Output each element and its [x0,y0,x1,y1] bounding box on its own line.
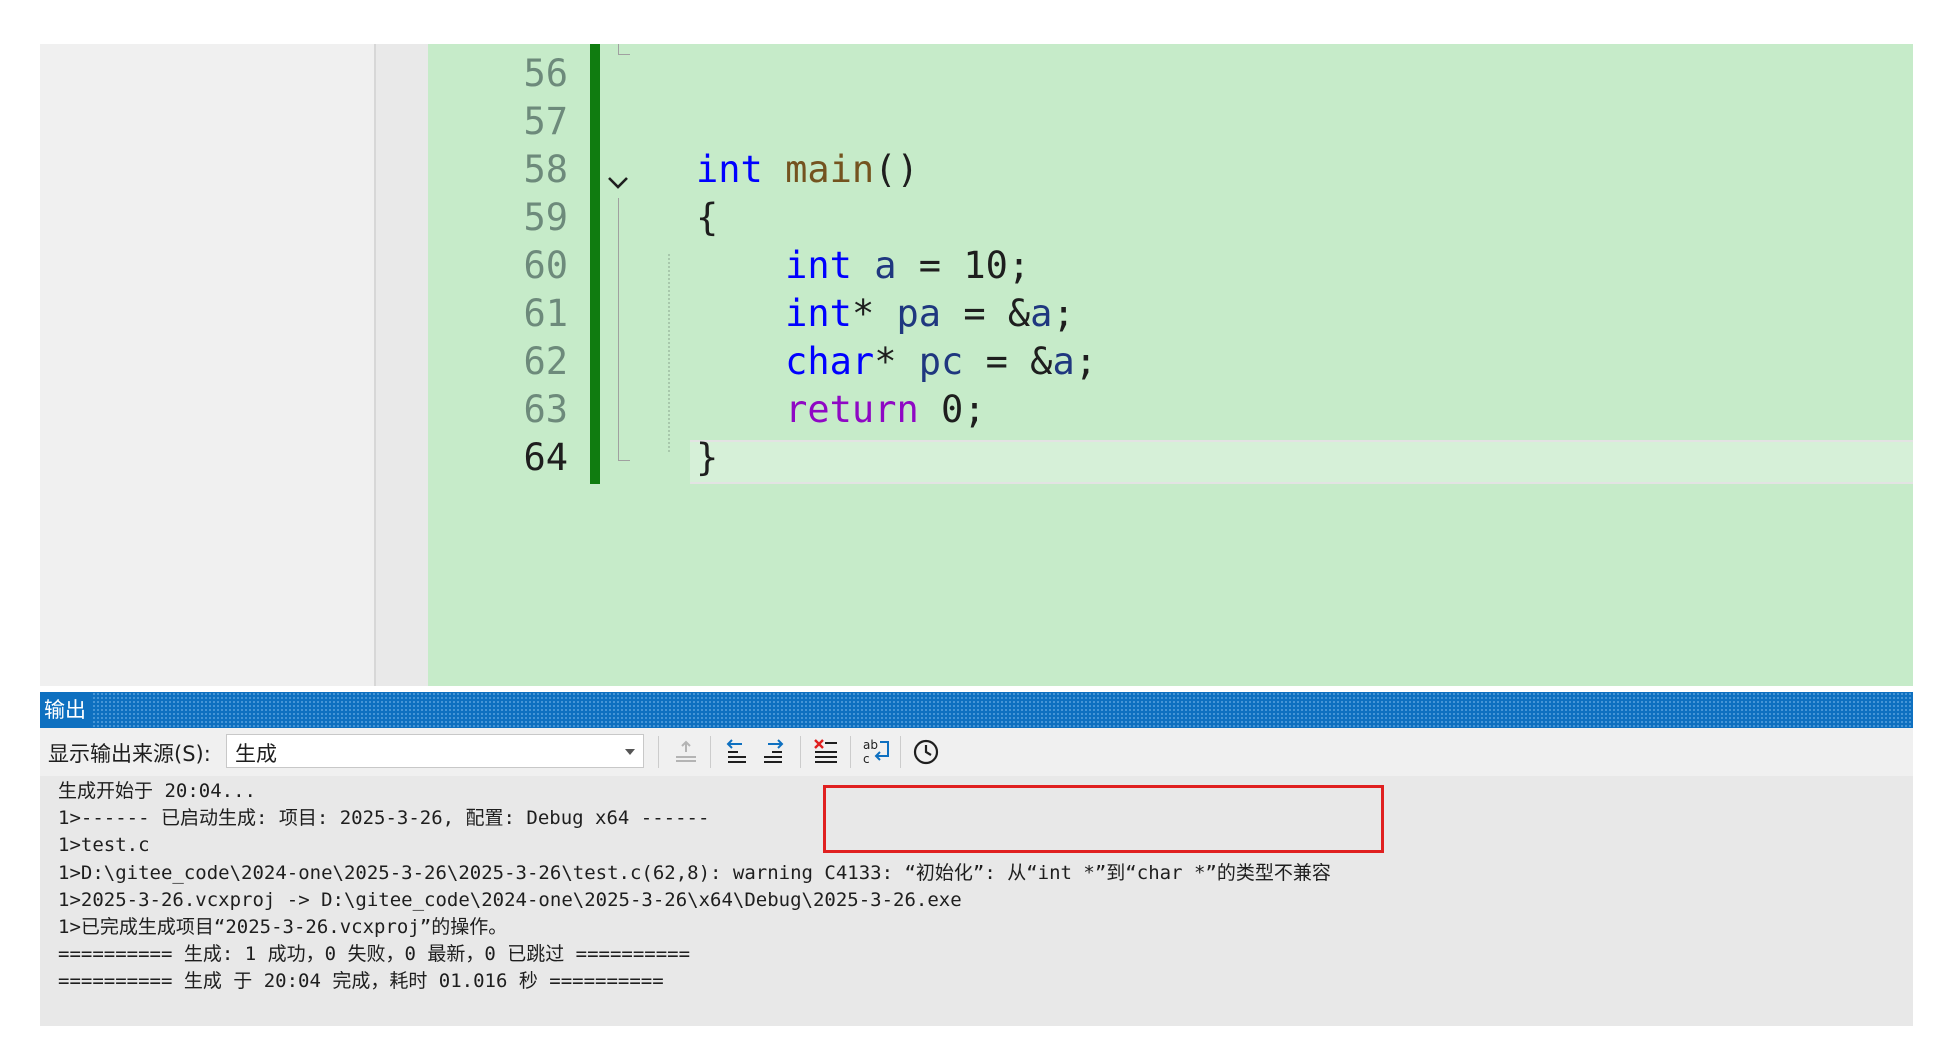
output-panel-titlebar[interactable]: 输出 [40,692,1913,728]
code-line[interactable]: int* pa = &a; [696,290,1075,338]
code-token: = 10; [896,244,1031,287]
output-line: ========== 生成: 1 成功，0 失败，0 最新，0 已跳过 ====… [58,943,691,966]
code-token: * [851,292,897,335]
output-source-value: 生成 [235,742,277,766]
show-timestamps-icon[interactable] [910,736,942,768]
code-token: ; [1052,292,1075,335]
toolbar-separator [710,736,711,768]
toolbar-separator [800,736,801,768]
change-tracking-bar [590,44,600,484]
output-line: 1>test.c [58,834,150,857]
fold-guide-end [618,460,630,461]
fold-guide-top-end [618,54,630,55]
code-line[interactable]: } [696,434,718,482]
code-token: * [874,340,919,383]
code-token: main [785,148,875,191]
code-line[interactable]: int main() [696,146,919,194]
code-line[interactable]: return 0; [696,386,986,434]
current-line-highlight [690,440,1913,484]
next-message-icon[interactable] [758,736,790,768]
warning-highlight-box [823,785,1384,853]
line-number: 60 [523,244,568,287]
collapse-chevron-icon[interactable] [604,168,632,196]
code-token: return [785,388,919,431]
svg-text:c: c [863,752,870,766]
code-token: pc [918,340,964,383]
clear-all-icon[interactable] [810,736,842,768]
output-line: 1>------ 已启动生成: 项目: 2025-3-26, 配置: Debug… [58,807,710,830]
code-token: int [785,292,852,335]
code-token: int [696,148,763,191]
previous-message-icon[interactable] [720,736,752,768]
code-token: { [696,196,719,239]
output-line: 生成开始于 20:04... [58,780,256,802]
code-token: int [785,244,852,287]
code-line[interactable]: int a = 10; [696,242,1030,290]
line-number: 61 [523,292,568,335]
code-token: a [874,244,897,287]
code-line[interactable]: char* pc = &a; [696,338,1097,386]
indent-guide [668,254,670,452]
code-token: char [785,340,875,383]
code-token: 0; [918,388,986,431]
ide-window: 56 57 58 59 60 61 62 63 64 int main(){ int a = 1… [40,44,1913,1026]
output-line: 1>D:\gitee_code\2024-one\2025-3-26\2025-… [58,861,1331,884]
output-toolbar: 显示输出来源(S): 生成 ab c [40,728,1913,776]
code-editor[interactable]: 56 57 58 59 60 61 62 63 64 int main(){ int a = 1… [40,44,1913,686]
line-number: 63 [523,388,568,431]
dropdown-arrow-icon [625,749,635,755]
toolbar-separator [900,736,901,768]
code-token: a [1030,292,1053,335]
toolbar-separator [658,736,659,768]
output-source-label: 显示输出来源(S): [48,742,211,766]
code-token: = & [941,292,1031,335]
fold-guide-line [618,198,619,460]
line-number: 62 [523,340,568,383]
toolbar-separator [850,736,851,768]
line-number: 56 [523,52,568,95]
output-panel-title: 输出 [40,692,92,728]
go-to-source-icon[interactable] [670,736,702,768]
output-line: 1>已完成生成项目“2025-3-26.vcxproj”的操作。 [58,916,508,938]
toggle-word-wrap-icon[interactable]: ab c [860,736,892,768]
code-token: () [874,148,919,191]
output-source-dropdown[interactable]: 生成 [226,734,644,768]
code-line[interactable]: { [696,194,718,242]
line-number: 57 [523,100,568,143]
line-number: 64 [523,436,568,479]
code-token: } [696,436,719,479]
code-token: pa [896,292,942,335]
output-line: 1>2025-3-26.vcxproj -> D:\gitee_code\202… [58,888,962,911]
line-number: 58 [523,148,568,191]
line-number: 59 [523,196,568,239]
code-token: ; [1074,340,1098,383]
svg-text:ab: ab [863,738,878,752]
code-token: = & [963,340,1053,383]
code-area[interactable]: 56 57 58 59 60 61 62 63 64 int main(){ int a = 1… [428,44,1913,686]
indicator-margin[interactable] [376,44,428,686]
output-line: ========== 生成 于 20:04 完成，耗时 01.016 秒 ===… [58,970,664,993]
fold-guide-top [618,44,619,54]
code-token: a [1052,340,1075,383]
solution-explorer-area [40,44,376,686]
